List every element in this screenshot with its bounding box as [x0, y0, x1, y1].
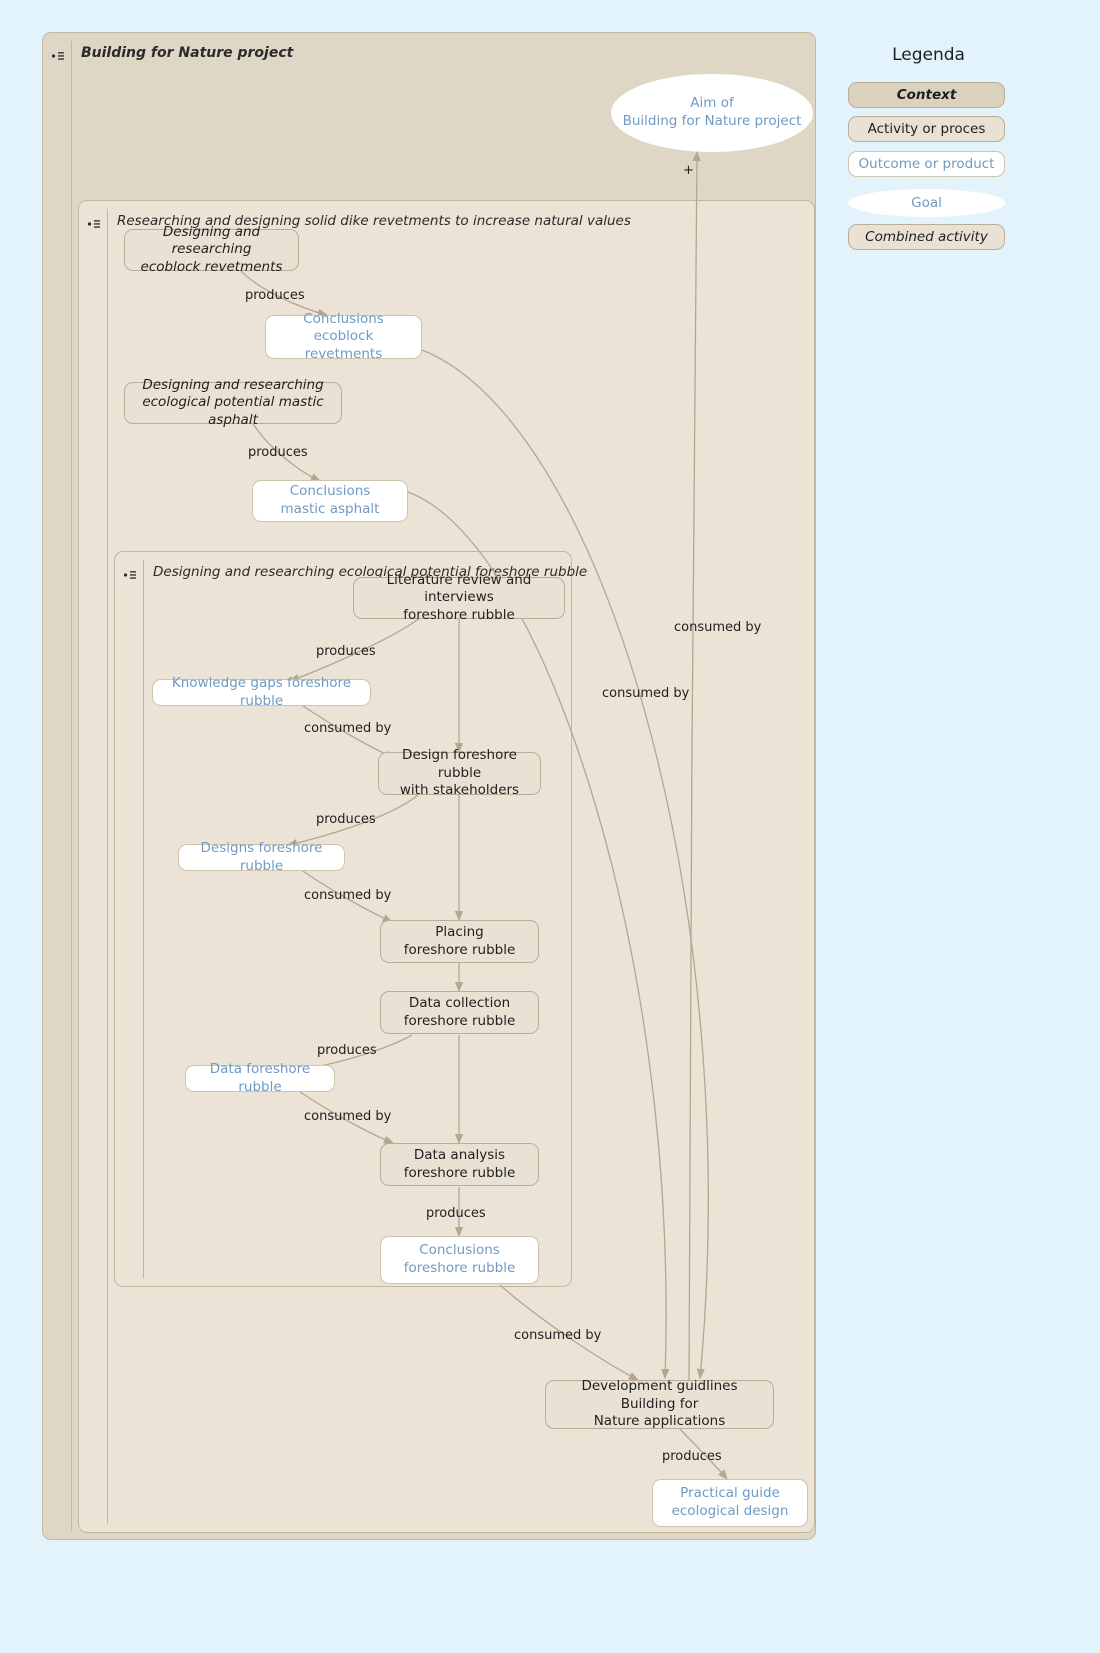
node-placing-foreshore-rubble[interactable]: Placing foreshore rubble	[380, 920, 539, 963]
node-goal-aim[interactable]: Aim of Building for Nature project	[611, 74, 813, 152]
legend-item-label: Activity or proces	[867, 121, 986, 137]
node-text-line1: Conclusions	[419, 1242, 500, 1259]
node-text-line1: Literature review and interviews	[386, 571, 532, 606]
node-text-line1: Aim of	[690, 95, 734, 112]
node-data-analysis-foreshore-rubble[interactable]: Data analysis foreshore rubble	[380, 1143, 539, 1186]
cluster-divider	[107, 209, 108, 1524]
node-data-foreshore-rubble[interactable]: Data foreshore rubble	[185, 1061, 335, 1095]
node-practical-guide-ecological-design[interactable]: Practical guide ecological design	[652, 1479, 808, 1527]
node-design-foreshore-rubble-with-stakeholders[interactable]: Design foreshore rubble with stakeholder…	[378, 747, 541, 798]
legend-item-context: Context	[848, 82, 1005, 108]
node-text-line1: Practical guide	[680, 1485, 780, 1502]
node-text-line2: foreshore rubble	[403, 1260, 516, 1276]
legend-item-label: Goal	[911, 195, 942, 211]
node-text-line1: Development guidlines Building for	[581, 1378, 738, 1412]
edge-label-consumed-ecoblock: consumed by	[674, 620, 762, 635]
node-text-line1: Conclusions	[289, 483, 371, 500]
edge-label-consumed-mastic: consumed by	[602, 686, 690, 701]
legend-title: Legenda	[892, 45, 965, 65]
edge-label-produces-development: produces	[662, 1449, 722, 1464]
node-text-line1: Placing	[435, 923, 484, 940]
cluster-divider	[143, 560, 144, 1278]
node-text-line1: Data analysis	[413, 1146, 506, 1163]
legend-item-outcome: Outcome or product	[848, 151, 1005, 177]
cluster-menu-icon	[51, 47, 67, 60]
node-text-line1: Data collection	[408, 994, 511, 1011]
node-designs-foreshore-rubble[interactable]: Designs foreshore rubble	[178, 840, 345, 874]
node-text-line1: Designing and researching	[162, 223, 261, 258]
edge-label-consumed-data: consumed by	[304, 1109, 392, 1124]
node-knowledge-gaps-foreshore-rubble[interactable]: Knowledge gaps foreshore rubble	[152, 675, 371, 709]
cluster-title-project: Building for Nature project	[81, 45, 294, 61]
node-text-line1: Designing and researching	[142, 376, 324, 393]
edge-label-plus: +	[683, 163, 694, 178]
node-conclusions-ecoblock-revetments[interactable]: Conclusions ecoblock revetments	[265, 311, 422, 362]
node-text-line2: foreshore rubble	[403, 606, 515, 623]
diagram-canvas: Building for Nature project Researching …	[0, 0, 1100, 1653]
edge-label-produces-design: produces	[316, 812, 376, 827]
edge-label-produces-literature: produces	[316, 644, 376, 659]
node-text-line1: Conclusions	[303, 310, 384, 327]
edge-label-produces-datacollection: produces	[317, 1043, 377, 1058]
legend-item-activity: Activity or proces	[848, 116, 1005, 142]
node-text-line1: Knowledge gaps foreshore rubble	[171, 674, 352, 709]
node-text-line2: ecoblock revetments	[304, 328, 383, 362]
node-text-line2: foreshore rubble	[403, 941, 516, 958]
edge-label-consumed-knowledgegaps: consumed by	[304, 721, 392, 736]
edge-label-consumed-conclusions-foreshore: consumed by	[514, 1328, 602, 1343]
edge-label-produces-dataanalysis: produces	[426, 1206, 486, 1221]
node-text-line2: Nature applications	[593, 1413, 726, 1430]
legend-item-label: Combined activity	[865, 229, 988, 245]
node-conclusions-mastic-asphalt[interactable]: Conclusions mastic asphalt	[252, 480, 408, 522]
edge-label-produces-mastic: produces	[248, 445, 308, 460]
node-development-guidelines[interactable]: Development guidlines Building for Natur…	[545, 1378, 774, 1430]
legend-item-label: Context	[896, 87, 957, 103]
cluster-divider	[71, 41, 72, 1531]
cluster-menu-icon	[123, 566, 139, 579]
node-text-line1: Data foreshore rubble	[209, 1060, 311, 1095]
legend-item-goal: Goal	[848, 189, 1005, 217]
node-text-line2: Building for Nature project	[622, 113, 802, 129]
node-text-line1: Designs foreshore rubble	[200, 839, 323, 874]
node-conclusions-foreshore-rubble[interactable]: Conclusions foreshore rubble	[380, 1236, 539, 1284]
node-designing-mastic-asphalt[interactable]: Designing and researching ecological pot…	[124, 377, 342, 428]
node-text-line2: foreshore rubble	[403, 1164, 516, 1181]
node-text-line1: Design foreshore rubble	[402, 747, 517, 781]
cluster-menu-icon	[87, 215, 103, 228]
node-text-line2: with stakeholders	[399, 782, 520, 799]
node-data-collection-foreshore-rubble[interactable]: Data collection foreshore rubble	[380, 991, 539, 1034]
edge-label-produces-ecoblock: produces	[245, 288, 305, 303]
node-text-line2: mastic asphalt	[280, 501, 380, 517]
node-text-line2: ecological potential mastic asphalt	[142, 394, 324, 428]
legend-item-label: Outcome or product	[858, 156, 995, 172]
node-literature-review-foreshore-rubble[interactable]: Literature review and interviews foresho…	[353, 572, 565, 623]
node-text-line2: foreshore rubble	[403, 1012, 516, 1029]
legend-item-combined-activity: Combined activity	[848, 224, 1005, 250]
node-designing-ecoblock-revetments[interactable]: Designing and researching ecoblock revet…	[124, 224, 299, 275]
edge-label-consumed-designs: consumed by	[304, 888, 392, 903]
node-text-line2: ecological design	[671, 1503, 789, 1519]
node-text-line2: ecoblock revetments	[140, 258, 283, 275]
